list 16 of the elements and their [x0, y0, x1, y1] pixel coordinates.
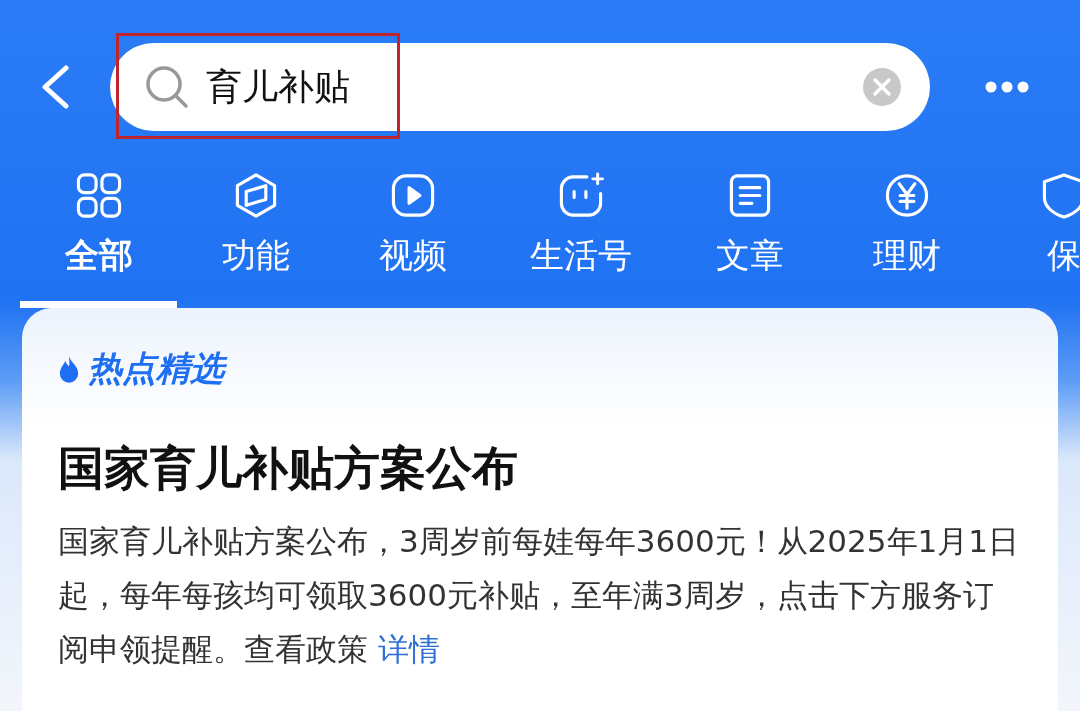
flame-icon: [58, 355, 80, 383]
search-icon: [144, 64, 190, 110]
search-field[interactable]: 育儿补贴: [110, 43, 930, 131]
smiley-icon: [557, 172, 605, 219]
category-tab[interactable]: 视频: [334, 172, 491, 308]
news-description: 国家育儿补贴方案公布，3周岁前每娃每年3600元！从2025年1月1日起，每年每孩均可领取3600元补贴，至年满3周岁，点击下方服务订阅申领提醒。查看政策 详情: [58, 522, 1020, 669]
news-title: 国家育儿补贴方案公布: [58, 440, 519, 497]
back-icon[interactable]: [40, 65, 70, 109]
category-tab[interactable]: 保: [985, 172, 1080, 308]
category-tab[interactable]: 生活号: [491, 172, 671, 308]
category-tab[interactable]: 功能: [177, 172, 334, 308]
category-tab[interactable]: 文章: [671, 172, 828, 308]
category-tab[interactable]: 理财: [828, 172, 985, 308]
more-icon[interactable]: [985, 81, 1029, 93]
grid-icon: [74, 172, 123, 219]
details-link[interactable]: 详情: [377, 631, 440, 667]
